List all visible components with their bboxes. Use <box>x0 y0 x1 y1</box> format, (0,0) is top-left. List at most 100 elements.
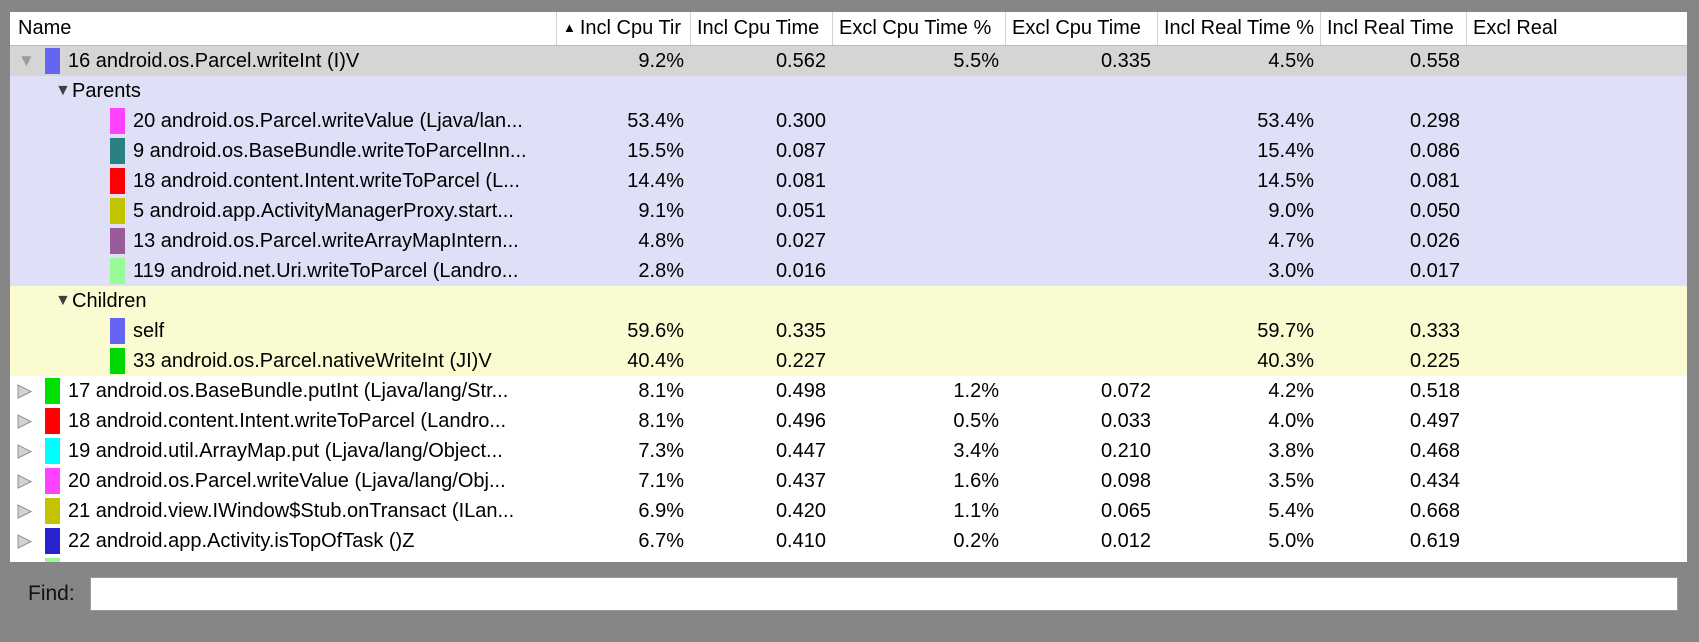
section-label: Children <box>72 286 146 316</box>
cell-excl-cpu-time <box>1005 76 1157 106</box>
method-name: 119 android.net.Uri.writeToParcel (Landr… <box>133 256 518 286</box>
cell-incl-real-time: 0.434 <box>1320 466 1466 496</box>
table-row[interactable]: 9 android.os.BaseBundle.writeToParcelInn… <box>10 136 1687 166</box>
method-name: 17 android.os.BaseBundle.putInt (Ljava/l… <box>68 376 508 406</box>
cell-excl-real <box>1466 346 1687 376</box>
method-color-chip <box>45 378 60 404</box>
table-row[interactable]: 13 android.os.Parcel.writeArrayMapIntern… <box>10 226 1687 256</box>
cell-excl-real <box>1466 316 1687 346</box>
method-name: self <box>133 316 164 346</box>
cell-incl-cpu-tir: 15.5% <box>556 136 690 166</box>
cell-incl-real-time- <box>1157 286 1320 316</box>
table-row[interactable]: ▶19 android.util.ArrayMap.put (Ljava/lan… <box>10 436 1687 466</box>
name-cell: 18 android.content.Intent.writeToParcel … <box>10 166 556 196</box>
method-name: 21 android.view.IWindow$Stub.onTransact … <box>68 496 514 526</box>
cell-incl-cpu-time: 0.300 <box>690 106 832 136</box>
cell-excl-real <box>1466 256 1687 286</box>
cell-excl-cpu-time <box>1005 106 1157 136</box>
column-header-incl-real-time-[interactable]: Incl Real Time % <box>1157 12 1320 45</box>
section-row[interactable]: ▼Parents <box>10 76 1687 106</box>
column-header-label: Incl Cpu Tir <box>580 17 681 39</box>
cell-incl-cpu-time: 0.437 <box>690 466 832 496</box>
column-header-incl-real-time[interactable]: Incl Real Time <box>1320 12 1466 45</box>
cell-incl-cpu-time: 0.496 <box>690 406 832 436</box>
column-header-excl-cpu-time[interactable]: Excl Cpu Time <box>1005 12 1157 45</box>
cell-incl-real-time: 0.086 <box>1320 136 1466 166</box>
disclosure-collapsed-icon[interactable]: ▶ <box>18 436 31 466</box>
disclosure-expanded-icon[interactable]: ▼ <box>18 46 35 76</box>
column-header-excl-real[interactable]: Excl Real <box>1466 12 1687 45</box>
table-row[interactable]: 33 android.os.Parcel.nativeWriteInt (JI)… <box>10 346 1687 376</box>
cell-excl-cpu-time- <box>832 196 1005 226</box>
cell-incl-real-time <box>1320 286 1466 316</box>
name-cell: ▶20 android.os.Parcel.writeValue (Ljava/… <box>10 466 556 496</box>
find-input[interactable] <box>90 577 1678 611</box>
cell-incl-cpu-time: 0.227 <box>690 346 832 376</box>
cell-excl-cpu-time: 0.335 <box>1005 46 1157 76</box>
name-cell: 119 android.net.Uri.writeToParcel (Landr… <box>10 256 556 286</box>
cell-incl-real-time-: 3.0% <box>1157 256 1320 286</box>
table-row[interactable]: ▶ 17 android.os.BaseBundle.putInt (Ljava/… <box>10 376 1687 406</box>
column-header-incl-cpu-tir[interactable]: ▲Incl Cpu Tir <box>556 12 690 45</box>
column-header-excl-cpu-time-[interactable]: Excl Cpu Time % <box>832 12 1005 45</box>
method-color-chip <box>110 258 125 284</box>
cell-excl-cpu-time <box>1005 166 1157 196</box>
disclosure-collapsed-icon[interactable]: ▶ <box>18 376 31 406</box>
disclosure-expanded-icon[interactable]: ▼ <box>55 76 71 106</box>
table-row[interactable]: ▶ 18 android.content.Intent.writeToParcel… <box>10 406 1687 436</box>
cell-incl-cpu-tir: 9.1% <box>556 196 690 226</box>
cell-excl-cpu-time <box>1005 196 1157 226</box>
cell-excl-cpu-time: 0.072 <box>1005 376 1157 406</box>
column-header-incl-cpu-time[interactable]: Incl Cpu Time <box>690 12 832 45</box>
column-header-name[interactable]: Name <box>10 12 556 45</box>
cell-incl-cpu-tir: 7.3% <box>556 436 690 466</box>
table-row[interactable]: ▶ 21 android.view.IWindow$Stub.onTransact… <box>10 496 1687 526</box>
cell-incl-real-time: 0.518 <box>1320 376 1466 406</box>
method-color-chip <box>110 228 125 254</box>
name-cell: 33 android.os.Parcel.nativeWriteInt (JI)… <box>10 346 556 376</box>
disclosure-collapsed-icon[interactable]: ▶ <box>18 496 31 526</box>
cell-excl-cpu-time: 0.098 <box>1005 466 1157 496</box>
cell-incl-real-time: 0.333 <box>1320 316 1466 346</box>
name-cell: ▶ 21 android.view.IWindow$Stub.onTransact… <box>10 496 556 526</box>
cell-incl-real-time: 0.017 <box>1320 256 1466 286</box>
method-name: 18 android.content.Intent.writeToParcel … <box>133 166 520 196</box>
method-color-chip <box>45 48 60 74</box>
cell-excl-real <box>1466 526 1687 556</box>
name-cell: 9 android.os.BaseBundle.writeToParcelInn… <box>10 136 556 166</box>
cell-incl-real-time: 0.468 <box>1320 436 1466 466</box>
disclosure-collapsed-icon[interactable]: ▶ <box>18 466 31 496</box>
table-row[interactable]: 5 android.app.ActivityManagerProxy.start… <box>10 196 1687 226</box>
method-name: 18 android.content.Intent.writeToParcel … <box>68 406 506 436</box>
table-row[interactable]: ▶20 android.os.Parcel.writeValue (Ljava/… <box>10 466 1687 496</box>
name-cell: self <box>10 316 556 346</box>
cell-incl-real-time: 0.026 <box>1320 226 1466 256</box>
table-row[interactable]: self59.6%0.33559.7%0.333 <box>10 316 1687 346</box>
disclosure-expanded-icon[interactable]: ▼ <box>55 286 71 316</box>
name-cell: ▶19 android.util.ArrayMap.put (Ljava/lan… <box>10 436 556 466</box>
cell-incl-real-time- <box>1157 76 1320 106</box>
cell-incl-real-time-: 4.7% <box>1157 226 1320 256</box>
cell-incl-cpu-tir: 6.9% <box>556 496 690 526</box>
cell-incl-real-time: 0.558 <box>1320 46 1466 76</box>
method-color-chip <box>45 408 60 434</box>
disclosure-collapsed-icon[interactable]: ▶ <box>18 406 31 436</box>
table-row[interactable]: ▼16 android.os.Parcel.writeInt (I)V9.2%0… <box>10 46 1687 76</box>
cell-incl-real-time-: 5.4% <box>1157 496 1320 526</box>
table-row[interactable]: 20 android.os.Parcel.writeValue (Ljava/l… <box>10 106 1687 136</box>
table-row[interactable]: 119 android.net.Uri.writeToParcel (Landr… <box>10 256 1687 286</box>
table-row[interactable]: ▶22 android.app.Activity.isTopOfTask ()Z… <box>10 526 1687 556</box>
section-row[interactable]: ▼Children <box>10 286 1687 316</box>
cell-incl-real-time-: 9.0% <box>1157 196 1320 226</box>
cell-excl-cpu-time- <box>832 166 1005 196</box>
cell-excl-real <box>1466 466 1687 496</box>
cell-excl-cpu-time: 0.065 <box>1005 496 1157 526</box>
disclosure-collapsed-icon[interactable]: ▶ <box>18 526 31 556</box>
cell-incl-real-time-: 40.3% <box>1157 346 1320 376</box>
cell-incl-real-time-: 15.4% <box>1157 136 1320 166</box>
cell-incl-real-time: 0.668 <box>1320 496 1466 526</box>
cell-excl-cpu-time- <box>832 316 1005 346</box>
table-row[interactable]: 18 android.content.Intent.writeToParcel … <box>10 166 1687 196</box>
method-name: 33 android.os.Parcel.nativeWriteInt (JI)… <box>133 346 492 376</box>
cell-excl-cpu-time: 0.210 <box>1005 436 1157 466</box>
